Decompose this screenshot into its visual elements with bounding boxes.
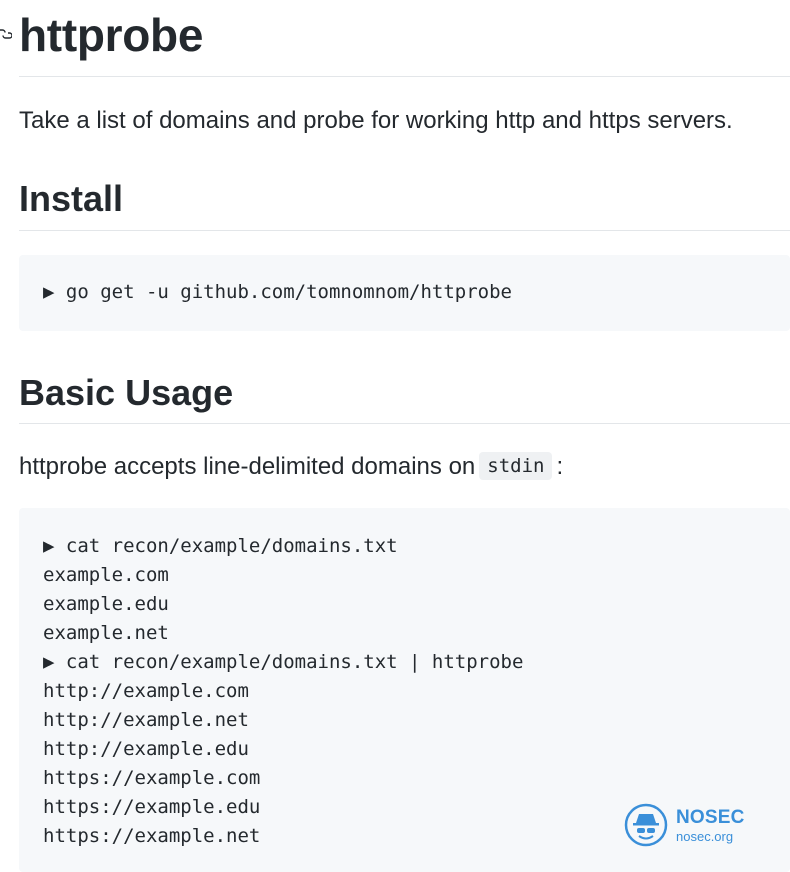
code-line: example.com: [43, 564, 169, 586]
spy-hat-icon: [624, 803, 668, 847]
project-description: Take a list of domains and probe for wor…: [19, 107, 733, 134]
code-line: https://example.net: [43, 825, 261, 847]
code-line: http://example.com: [43, 680, 249, 702]
watermark-site: nosec.org: [676, 829, 734, 844]
code-line: https://example.edu: [43, 796, 261, 818]
basic-usage-heading: Basic Usage: [19, 372, 234, 413]
page-title: httprobe: [19, 9, 204, 61]
code-line: http://example.edu: [43, 738, 249, 760]
title-divider: [19, 76, 790, 77]
watermark-name: NOSEC: [676, 807, 745, 828]
usage-intro-colon: :: [556, 453, 564, 480]
install-divider: [19, 230, 790, 231]
nosec-watermark: NOSEC nosec.org: [624, 803, 744, 851]
basic-usage-divider: [19, 423, 790, 424]
code-line: http://example.net: [43, 709, 249, 731]
install-code-block[interactable]: ▶ go get -u github.com/tomnomnom/httprob…: [19, 255, 790, 331]
link-anchor-icon[interactable]: [0, 26, 12, 42]
usage-intro: httprobe accepts line-delimited domains …: [19, 450, 563, 484]
usage-intro-text: httprobe accepts line-delimited domains …: [19, 453, 476, 480]
install-heading: Install: [19, 178, 124, 219]
code-line: example.edu: [43, 593, 169, 615]
code-line: ▶ cat recon/example/domains.txt | httpro…: [43, 651, 524, 673]
code-line: ▶ go get -u github.com/tomnomnom/httprob…: [43, 281, 512, 303]
code-line: https://example.com: [43, 767, 261, 789]
code-line: ▶ cat recon/example/domains.txt: [43, 535, 398, 557]
code-line: example.net: [43, 622, 169, 644]
stdin-inline-code: stdin: [479, 452, 553, 480]
